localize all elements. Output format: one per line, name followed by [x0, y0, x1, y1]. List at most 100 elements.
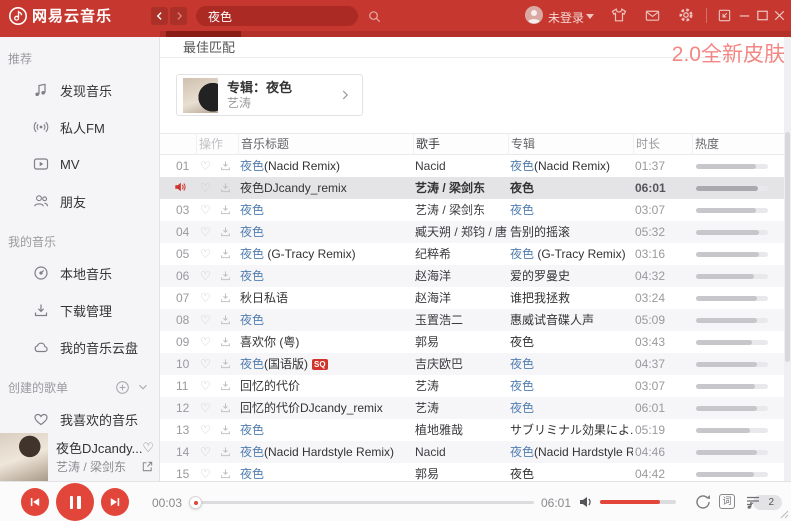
song-artist-cell[interactable]: 艺涛 / 梁剑东 [413, 177, 508, 199]
song-artist-cell[interactable]: 玉置浩二 [413, 309, 508, 331]
song-album-segment[interactable]: サブリミナル効果によ... [510, 423, 633, 437]
search-input[interactable] [196, 9, 367, 23]
loop-icon[interactable] [694, 493, 712, 511]
table-row[interactable]: 06♡夜色赵海洋爱的罗曼史04:32 [160, 265, 791, 287]
sidebar-item-local-music[interactable]: 本地音乐 [0, 255, 159, 292]
song-title-cell[interactable]: 夜色(Nacid Hardstyle Remix) [238, 441, 413, 463]
download-icon[interactable] [220, 424, 231, 435]
maximize-icon[interactable] [755, 8, 770, 23]
song-album-segment[interactable]: 夜色 [510, 203, 534, 217]
download-icon[interactable] [220, 468, 231, 479]
table-row[interactable]: 07♡秋日私语赵海洋谁把我拯救03:24 [160, 287, 791, 309]
song-title-segment[interactable]: 回忆的代价DJcandy_remix [240, 401, 383, 415]
song-title-segment[interactable]: 夜色 [240, 313, 264, 327]
song-album-cell[interactable]: 夜色 [508, 353, 633, 375]
song-title-cell[interactable]: 回忆的代价DJcandy_remix [238, 397, 413, 419]
settings-gear-icon[interactable] [677, 6, 695, 24]
song-album-segment[interactable]: 夜色 [510, 445, 534, 459]
song-album-segment[interactable]: 爱的罗曼史 [510, 269, 570, 283]
sidebar-item-download-manager[interactable]: 下载管理 [0, 292, 159, 329]
forward-button[interactable] [170, 7, 187, 25]
app-logo[interactable]: 网易云音乐 [8, 5, 112, 26]
download-icon[interactable] [220, 270, 231, 281]
song-album-cell[interactable]: 夜色 (G-Tracy Remix) [508, 243, 633, 265]
download-icon[interactable] [220, 446, 231, 457]
song-title-segment[interactable]: (Nacid Hardstyle Remix) [264, 445, 394, 459]
download-icon[interactable] [220, 292, 231, 303]
heart-icon[interactable]: ♡ [200, 225, 211, 239]
heart-icon[interactable]: ♡ [200, 335, 211, 349]
heart-icon[interactable]: ♡ [200, 291, 211, 305]
download-icon[interactable] [220, 402, 231, 413]
table-row[interactable]: 15♡夜色郭易夜色04:42 [160, 463, 791, 481]
download-icon[interactable] [220, 336, 231, 347]
mail-icon[interactable] [644, 7, 662, 25]
song-artist-cell[interactable]: 艺涛 [413, 375, 508, 397]
next-button[interactable] [101, 488, 129, 516]
song-title-cell[interactable]: 夜色 (G-Tracy Remix) [238, 243, 413, 265]
now-playing-artwork[interactable] [0, 433, 48, 481]
sidebar-item-personal-fm[interactable]: 私人FM [0, 109, 159, 146]
sidebar-item-friends[interactable]: 朋友 [0, 183, 159, 220]
song-title-segment[interactable]: 秋日私语 [240, 291, 288, 305]
song-album-cell[interactable]: 夜色 [508, 331, 633, 353]
song-artist-cell[interactable]: 纪粹希 [413, 243, 508, 265]
playlist-button[interactable]: 2 [744, 493, 784, 511]
close-icon[interactable] [772, 8, 787, 23]
song-title-cell[interactable]: 回忆的代价 [238, 375, 413, 397]
song-title-segment[interactable]: 夜色 [240, 445, 264, 459]
volume-slider[interactable] [600, 500, 676, 504]
song-album-cell[interactable]: 惠威试音碟人声 [508, 309, 633, 331]
heart-icon[interactable]: ♡ [200, 159, 211, 173]
heart-icon[interactable]: ♡ [200, 423, 211, 437]
table-row[interactable]: 05♡夜色 (G-Tracy Remix)纪粹希夜色 (G-Tracy Remi… [160, 243, 791, 265]
scrollbar[interactable] [784, 37, 791, 481]
collapse-playlists-icon[interactable] [136, 380, 151, 395]
song-album-cell[interactable]: 夜色 [508, 199, 633, 221]
song-album-segment[interactable]: 谁把我拯救 [510, 291, 570, 305]
table-row[interactable]: 04♡夜色臧天朔 / 郑钧 / 唐...告别的摇滚05:32 [160, 221, 791, 243]
song-album-cell[interactable]: 夜色(Nacid Hardstyle R... [508, 441, 633, 463]
progress-bar[interactable] [196, 501, 534, 504]
table-row[interactable]: 14♡夜色(Nacid Hardstyle Remix)Nacid夜色(Naci… [160, 441, 791, 463]
song-title-cell[interactable]: 夜色DJcandy_remix [238, 177, 413, 199]
login-caret-icon[interactable] [586, 14, 594, 19]
heart-icon[interactable]: ♡ [200, 445, 211, 459]
song-album-segment[interactable]: 夜色 [510, 159, 534, 173]
like-icon[interactable]: ♡ [142, 441, 154, 454]
sidebar-item-discover-music[interactable]: 发现音乐 [0, 72, 159, 109]
song-title-cell[interactable]: 夜色 [238, 199, 413, 221]
heart-icon[interactable]: ♡ [200, 357, 211, 371]
heart-icon[interactable]: ♡ [200, 401, 211, 415]
song-artist-cell[interactable]: 臧天朔 / 郑钧 / 唐... [413, 221, 508, 243]
song-album-segment[interactable]: 夜色 [510, 247, 534, 261]
song-album-cell[interactable]: サブリミナル効果によ... [508, 419, 633, 441]
sidebar-item-mv[interactable]: MV [0, 146, 159, 183]
song-album-cell[interactable]: 夜色(Nacid Remix) [508, 155, 633, 177]
song-album-segment[interactable]: 夜色 [510, 467, 534, 481]
table-row[interactable]: 11♡回忆的代价艺涛夜色03:07 [160, 375, 791, 397]
song-title-segment[interactable]: 夜色 [240, 269, 264, 283]
song-title-segment[interactable]: 回忆的代价 [240, 379, 300, 393]
song-artist-cell[interactable]: 郭易 [413, 463, 508, 481]
song-title-cell[interactable]: 夜色 [238, 463, 413, 481]
now-playing-artist[interactable]: 艺涛 / 梁剑东 [56, 458, 126, 475]
add-playlist-icon[interactable] [115, 380, 130, 395]
song-title-segment[interactable]: 喜欢你 (粤) [240, 335, 299, 349]
download-icon[interactable] [220, 314, 231, 325]
song-title-segment[interactable]: (G-Tracy Remix) [264, 247, 356, 261]
song-artist-cell[interactable]: Nacid [413, 155, 508, 177]
song-title-segment[interactable]: 夜色DJcandy_remix [240, 181, 347, 195]
song-album-cell[interactable]: 夜色 [508, 375, 633, 397]
song-album-segment[interactable]: 夜色 [510, 181, 534, 195]
album-card-title[interactable]: 专辑：夜色 [227, 80, 338, 96]
table-row[interactable]: 08♡夜色玉置浩二惠威试音碟人声05:09 [160, 309, 791, 331]
table-row[interactable]: 10♡夜色(国语版)SQ吉庆欧巴夜色04:37 [160, 353, 791, 375]
song-album-cell[interactable]: 夜色 [508, 397, 633, 419]
song-album-cell[interactable]: 爱的罗曼史 [508, 265, 633, 287]
song-title-cell[interactable]: 喜欢你 (粤) [238, 331, 413, 353]
song-title-segment[interactable]: 夜色 [240, 357, 264, 371]
download-icon[interactable] [220, 204, 231, 215]
sidebar-item-music-cloud-drive[interactable]: 我的音乐云盘 [0, 329, 159, 366]
search-box[interactable] [196, 6, 358, 26]
